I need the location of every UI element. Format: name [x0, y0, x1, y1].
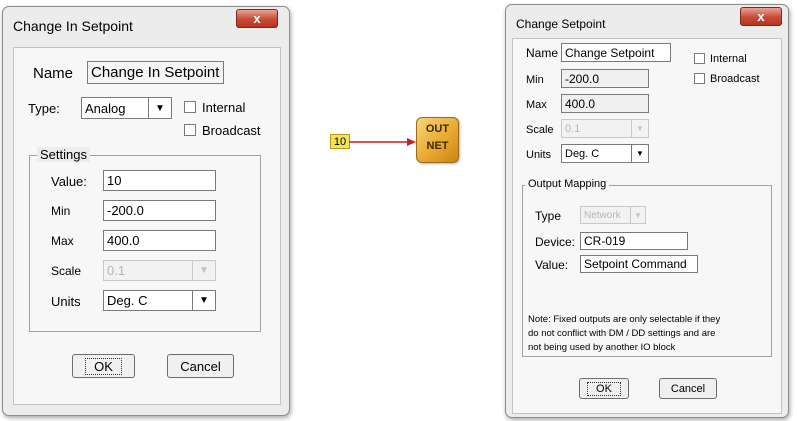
type-select-value: Network [584, 209, 621, 221]
settings-legend: Settings [37, 147, 90, 162]
value-input[interactable]: 10 [103, 170, 216, 191]
chevron-down-icon: ▼ [631, 120, 648, 137]
min-input[interactable]: -200.0 [561, 69, 649, 88]
chevron-down-icon[interactable]: ▼ [631, 145, 648, 162]
ok-button-label: OK [587, 381, 621, 396]
block-label-out: OUT [425, 123, 450, 135]
close-icon: x [253, 11, 261, 26]
internal-label: Internal [202, 100, 246, 115]
dialog-title: Change In Setpoint [13, 18, 133, 34]
max-input[interactable]: 400.0 [561, 94, 649, 113]
cancel-button[interactable]: Cancel [167, 354, 234, 378]
cancel-button-label: Cancel [670, 382, 706, 395]
note-line-3: not being used by another IO block [528, 342, 676, 353]
device-input[interactable]: CR-019 [580, 232, 688, 250]
close-button[interactable]: x [740, 7, 782, 26]
name-label: Name [526, 46, 559, 60]
out-net-block[interactable]: OUT NET [416, 117, 459, 163]
internal-checkbox[interactable] [184, 101, 196, 113]
value-label: Value: [51, 174, 87, 189]
name-input[interactable]: Change Setpoint [561, 43, 671, 62]
units-select-value: Deg. C [565, 147, 600, 160]
input-value-label: 10 [333, 135, 347, 148]
dialog-title: Change Setpoint [516, 17, 606, 31]
value-label: Value: [535, 258, 569, 272]
scale-select: 0.1 ▼ [103, 260, 216, 281]
scale-select-value: 0.1 [565, 122, 581, 135]
cancel-button[interactable]: Cancel [659, 378, 717, 399]
type-label: Type [535, 209, 562, 223]
output-mapping-group: Output Mapping Type Network ▼ Device: CR… [522, 178, 772, 357]
units-label: Units [526, 149, 552, 161]
internal-label: Internal [710, 53, 747, 65]
min-input[interactable]: -200.0 [103, 200, 216, 221]
dialog-body: Name Change Setpoint Internal Broadcast … [512, 38, 782, 414]
max-input[interactable]: 400.0 [103, 230, 216, 251]
close-button[interactable]: x [236, 9, 278, 28]
name-input[interactable]: Change In Setpoint [87, 61, 224, 84]
ok-button[interactable]: OK [579, 378, 629, 399]
note-line-2: do not conflict with DM / DD settings an… [528, 328, 716, 339]
broadcast-checkbox[interactable] [694, 73, 705, 84]
scale-select-value: 0.1 [107, 263, 126, 278]
ok-button-label: OK [85, 357, 122, 375]
dialog-body: Name Change In Setpoint Type: Analog ▼ I… [13, 47, 281, 405]
device-label: Device: [535, 235, 576, 249]
units-label: Units [51, 294, 81, 309]
output-mapping-legend: Output Mapping [525, 178, 610, 190]
type-label: Type: [28, 101, 60, 116]
scale-label: Scale [526, 124, 554, 136]
internal-checkbox[interactable] [694, 53, 705, 64]
scale-label: Scale [51, 264, 82, 278]
cancel-button-label: Cancel [180, 358, 221, 374]
change-setpoint-dialog: Change Setpoint x Name Change Setpoint I… [505, 4, 789, 418]
chevron-down-icon: ▼ [630, 207, 645, 223]
input-value-box[interactable]: 10 [330, 134, 350, 149]
settings-group: Settings Value: 10 Min -200.0 Max 400.0 … [29, 147, 261, 332]
broadcast-label: Broadcast [710, 73, 760, 85]
block-label-net: NET [426, 140, 449, 152]
units-select[interactable]: Deg. C ▼ [103, 290, 216, 311]
change-in-setpoint-dialog: Change In Setpoint x Name Change In Setp… [2, 6, 290, 416]
type-select[interactable]: Analog ▼ [81, 97, 172, 119]
value-input[interactable]: Setpoint Command [580, 255, 698, 273]
note-line-1: Note: Fixed outputs are only selectable … [528, 314, 721, 325]
min-label: Min [51, 204, 71, 218]
max-label: Max [51, 234, 74, 248]
ok-button[interactable]: OK [72, 354, 135, 378]
close-icon: x [757, 9, 765, 24]
broadcast-label: Broadcast [202, 123, 261, 138]
broadcast-checkbox[interactable] [184, 124, 196, 136]
chevron-down-icon[interactable]: ▼ [192, 291, 215, 310]
min-label: Min [526, 74, 544, 86]
name-label: Name [33, 65, 74, 82]
signal-arrow [349, 138, 416, 146]
scale-select: 0.1 ▼ [561, 119, 649, 138]
chevron-down-icon[interactable]: ▼ [148, 98, 171, 118]
max-label: Max [526, 99, 547, 111]
units-select[interactable]: Deg. C ▼ [561, 144, 649, 163]
units-select-value: Deg. C [107, 293, 148, 308]
chevron-down-icon: ▼ [192, 261, 215, 280]
type-select: Network ▼ [580, 206, 646, 224]
type-select-value: Analog [85, 100, 126, 116]
